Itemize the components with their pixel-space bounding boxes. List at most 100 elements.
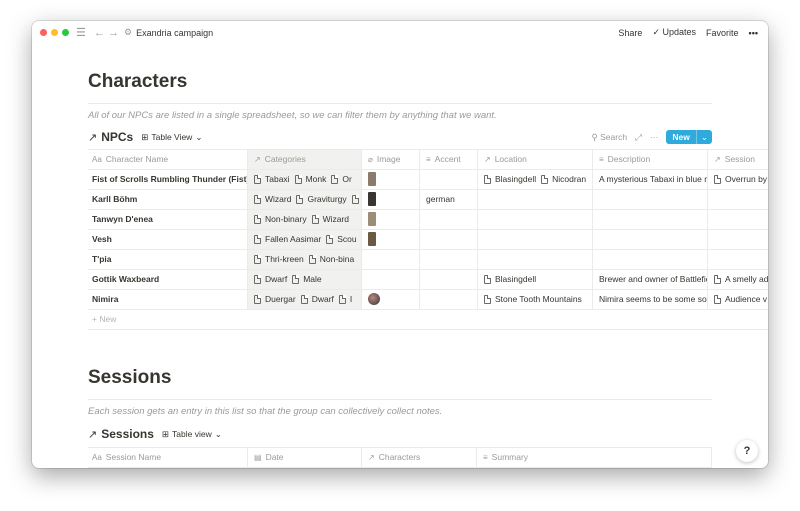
location-cell[interactable] xyxy=(478,210,593,229)
table-row[interactable]: Gottik Waxbeard Dwarf Male Blasingdell Brewe… xyxy=(88,270,768,290)
image-cell[interactable] xyxy=(362,230,420,249)
location-cell[interactable]: Blasingdell xyxy=(478,270,593,289)
categories-cell[interactable]: Duergar Dwarf I xyxy=(248,290,362,309)
session-cell[interactable]: A smelly ad xyxy=(708,270,768,289)
description-cell[interactable] xyxy=(593,250,708,269)
character-name-cell[interactable]: Fist of Scrolls Rumbling Thunder (Fist) xyxy=(88,170,248,189)
sidebar-toggle-icon[interactable]: ☰ xyxy=(76,26,86,40)
column-header[interactable]: Aa Session Name xyxy=(88,448,248,467)
relation-tag[interactable]: Overrun by xyxy=(714,170,767,189)
accent-cell[interactable]: german xyxy=(420,190,478,209)
relation-tag[interactable]: Audience v xyxy=(714,290,767,309)
relation-tag[interactable]: Dwarf xyxy=(300,290,334,309)
location-cell[interactable]: Blasingdell Nicodran xyxy=(478,170,593,189)
relation-tag[interactable]: I xyxy=(338,290,352,309)
relation-tag[interactable]: Stone Tooth Mountains xyxy=(484,290,582,309)
session-cell[interactable] xyxy=(708,230,768,249)
forward-arrow-icon[interactable]: → xyxy=(108,26,119,40)
more-icon[interactable]: ··· xyxy=(650,132,659,142)
character-name-cell[interactable]: Gottik Waxbeard xyxy=(88,270,248,289)
location-cell[interactable] xyxy=(478,230,593,249)
search-button[interactable]: ⚲ Search xyxy=(592,132,628,143)
relation-tag[interactable]: Wizard xyxy=(311,210,349,229)
relation-tag[interactable]: Duergar xyxy=(254,290,296,309)
location-cell[interactable] xyxy=(478,250,593,269)
npcs-database-title[interactable]: ↗ NPCs xyxy=(88,130,133,144)
favorite-button[interactable]: Favorite xyxy=(706,28,739,38)
image-cell[interactable] xyxy=(362,250,420,269)
relation-tag[interactable]: Dwarf xyxy=(254,270,287,289)
image-cell[interactable] xyxy=(362,170,420,189)
column-header[interactable]: ↗ Characters xyxy=(362,448,477,467)
characters-description[interactable]: All of our NPCs are listed in a single s… xyxy=(88,103,712,121)
npcs-view-selector[interactable]: ⊞ Table View ⌄ xyxy=(141,132,202,143)
description-cell[interactable] xyxy=(593,230,708,249)
sessions-view-selector[interactable]: ⊞ Table view ⌄ xyxy=(162,429,222,440)
relation-tag[interactable]: Thri-kreen xyxy=(254,250,304,269)
back-arrow-icon[interactable]: ← xyxy=(94,26,105,40)
session-cell[interactable] xyxy=(708,250,768,269)
column-header[interactable]: ↗ Session xyxy=(708,150,768,169)
description-cell[interactable] xyxy=(593,190,708,209)
accent-cell[interactable] xyxy=(420,270,478,289)
maximize-window-button[interactable] xyxy=(62,29,69,36)
table-row[interactable]: Fist of Scrolls Rumbling Thunder (Fist) T… xyxy=(88,170,768,190)
characters-heading[interactable]: Characters xyxy=(88,71,187,93)
relation-tag[interactable]: Blasingdell xyxy=(484,270,536,289)
column-header[interactable]: ≡ Summary xyxy=(477,448,712,467)
new-record-button[interactable]: New ⌄ xyxy=(666,130,712,144)
sessions-description[interactable]: Each session gets an entry in this list … xyxy=(88,399,712,417)
image-cell[interactable] xyxy=(362,210,420,229)
accent-cell[interactable] xyxy=(420,170,478,189)
location-cell[interactable] xyxy=(478,190,593,209)
categories-cell[interactable]: Wizard Graviturgy xyxy=(248,190,362,209)
sessions-database-title[interactable]: ↗ Sessions xyxy=(88,427,154,441)
share-button[interactable]: Share xyxy=(618,28,642,38)
session-cell[interactable] xyxy=(708,190,768,209)
column-header[interactable]: ▤ Date xyxy=(248,448,362,467)
expand-icon[interactable]: ⤢ xyxy=(635,132,642,143)
image-cell[interactable] xyxy=(362,190,420,209)
description-cell[interactable]: Nimira seems to be some sort xyxy=(593,290,708,309)
relation-tag[interactable] xyxy=(351,190,361,209)
accent-cell[interactable] xyxy=(420,230,478,249)
column-header[interactable]: Aa Character Name xyxy=(88,150,248,169)
location-cell[interactable]: Stone Tooth Mountains xyxy=(478,290,593,309)
image-cell[interactable] xyxy=(362,270,420,289)
minimize-window-button[interactable] xyxy=(51,29,58,36)
character-name-cell[interactable]: Karll Böhm xyxy=(88,190,248,209)
table-row[interactable]: Tanwyn D'enea Non-binary Wizard xyxy=(88,210,768,230)
table-row[interactable]: Vesh Fallen Aasimar Scou xyxy=(88,230,768,250)
relation-tag[interactable]: Graviturgy xyxy=(296,190,347,209)
column-header[interactable]: ≡ Description xyxy=(593,150,708,169)
table-row[interactable]: Karll Böhm Wizard Graviturgy german xyxy=(88,190,768,210)
column-header[interactable]: ≡ Accent xyxy=(420,150,478,169)
session-cell[interactable] xyxy=(708,210,768,229)
categories-cell[interactable]: Tabaxi Monk Or xyxy=(248,170,362,189)
help-button[interactable]: ? xyxy=(736,440,758,462)
table-row[interactable]: Nimira Duergar Dwarf I Stone Tooth Mountains… xyxy=(88,290,768,310)
column-header[interactable]: ⌀ Image xyxy=(362,150,420,169)
character-name-cell[interactable]: Tanwyn D'enea xyxy=(88,210,248,229)
relation-tag[interactable]: Blasingdell xyxy=(484,170,536,189)
categories-cell[interactable]: Non-binary Wizard xyxy=(248,210,362,229)
relation-tag[interactable]: Or xyxy=(331,170,352,189)
relation-tag[interactable]: A smelly ad xyxy=(714,270,768,289)
session-cell[interactable]: Audience v xyxy=(708,290,768,309)
categories-cell[interactable]: Fallen Aasimar Scou xyxy=(248,230,362,249)
relation-tag[interactable]: Wizard xyxy=(254,190,291,209)
more-options-button[interactable]: ••• xyxy=(749,28,758,38)
character-name-cell[interactable]: Nimira xyxy=(88,290,248,309)
character-name-cell[interactable]: Vesh xyxy=(88,230,248,249)
new-dropdown-chevron-icon[interactable]: ⌄ xyxy=(695,130,712,144)
categories-cell[interactable]: Thri-kreen Non-bina xyxy=(248,250,362,269)
accent-cell[interactable] xyxy=(420,210,478,229)
close-window-button[interactable] xyxy=(40,29,47,36)
add-new-row-button[interactable]: + New xyxy=(88,310,768,330)
column-header[interactable]: ↗ Categories xyxy=(248,150,362,169)
relation-tag[interactable]: Tabaxi xyxy=(254,170,290,189)
column-header[interactable]: ↗ Location xyxy=(478,150,593,169)
relation-tag[interactable]: Scou xyxy=(326,230,357,249)
accent-cell[interactable] xyxy=(420,250,478,269)
sessions-heading[interactable]: Sessions xyxy=(88,367,171,389)
